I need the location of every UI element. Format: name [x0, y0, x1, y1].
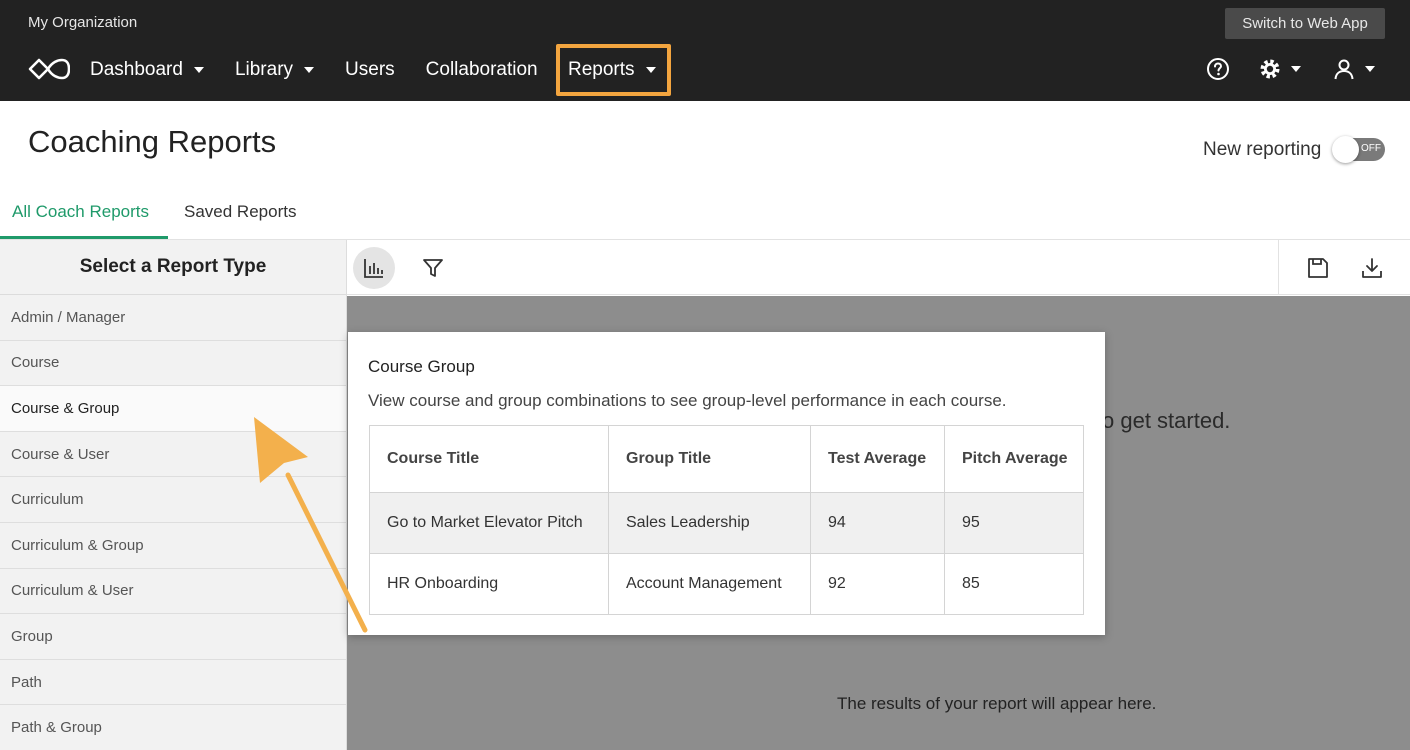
download-report-button[interactable]	[1351, 247, 1393, 289]
table-cell: Sales Leadership	[608, 492, 811, 554]
new-reporting-label: New reporting	[1203, 139, 1322, 160]
nav-dashboard[interactable]: Dashboard	[90, 59, 204, 81]
user-icon	[1334, 59, 1354, 80]
report-type-sidebar: Select a Report Type Admin / Manager Cou…	[0, 240, 347, 750]
settings-menu[interactable]	[1258, 57, 1301, 81]
save-icon	[1308, 258, 1328, 278]
nav-users[interactable]: Users	[345, 59, 395, 81]
get-started-text: o get started.	[1102, 408, 1231, 433]
chevron-down-icon	[304, 67, 315, 73]
table-cell: 92	[810, 553, 945, 615]
preview-table: Course Title Group Title Test Average Pi…	[369, 425, 1084, 615]
nav-reports-label: Reports	[568, 59, 635, 80]
column-header: Group Title	[608, 425, 811, 493]
column-header: Pitch Average	[944, 425, 1084, 493]
filter-button[interactable]	[412, 247, 454, 289]
sidebar-heading: Select a Report Type	[0, 240, 346, 295]
nav-collaboration-label: Collaboration	[425, 59, 538, 80]
sidebar-item-curriculum-user[interactable]: Curriculum & User	[0, 569, 346, 615]
new-reporting-toggle[interactable]: OFF	[1332, 136, 1385, 163]
popover-description: View course and group combinations to se…	[368, 391, 1007, 410]
table-cell: 85	[944, 553, 1084, 615]
chevron-down-icon	[645, 67, 656, 73]
toggle-knob	[1332, 136, 1359, 163]
table-header-row: Course Title Group Title Test Average Pi…	[369, 425, 1084, 493]
filter-icon	[423, 259, 443, 277]
report-type-preview-popover: Course Group View course and group combi…	[348, 332, 1105, 635]
tab-all-coach-reports[interactable]: All Coach Reports	[0, 202, 168, 239]
nav-dashboard-label: Dashboard	[90, 59, 183, 80]
nav-collaboration[interactable]: Collaboration	[426, 59, 538, 81]
user-menu[interactable]	[1332, 57, 1375, 81]
report-toolbar	[347, 240, 1410, 295]
popover-title: Course Group	[368, 357, 475, 376]
gear-icon	[1260, 59, 1280, 79]
results-placeholder-text: The results of your report will appear h…	[837, 694, 1157, 713]
report-tabs: All Coach Reports Saved Reports	[0, 190, 1410, 240]
column-header: Course Title	[369, 425, 609, 493]
sidebar-item-path-group[interactable]: Path & Group	[0, 705, 346, 750]
nav-users-label: Users	[345, 59, 395, 80]
nav-library[interactable]: Library	[234, 59, 315, 81]
page-title: Coaching Reports	[28, 124, 277, 159]
toolbar-divider	[1278, 240, 1279, 295]
main-nav: Dashboard Library Users Collaboration Re…	[90, 44, 671, 96]
toggle-state-text: OFF	[1361, 143, 1381, 154]
table-cell: Account Management	[608, 553, 811, 615]
bar-chart-icon	[364, 259, 383, 278]
top-navbar: My Organization Switch to Web App Dashbo…	[0, 0, 1410, 101]
chevron-down-icon	[1291, 66, 1301, 72]
sidebar-item-group[interactable]: Group	[0, 614, 346, 660]
sidebar-item-course-group[interactable]: Course & Group	[0, 386, 346, 432]
sidebar-item-curriculum[interactable]: Curriculum	[0, 477, 346, 523]
tab-saved-reports[interactable]: Saved Reports	[184, 202, 296, 222]
save-report-button[interactable]	[1297, 247, 1339, 289]
table-cell: 95	[944, 492, 1084, 554]
sidebar-item-curriculum-group[interactable]: Curriculum & Group	[0, 523, 346, 569]
sidebar-item-path[interactable]: Path	[0, 660, 346, 706]
column-header: Test Average	[810, 425, 945, 493]
table-row: HR Onboarding Account Management 92 85	[369, 553, 1084, 615]
sidebar-item-course-user[interactable]: Course & User	[0, 432, 346, 478]
table-cell: 94	[810, 492, 945, 554]
nav-reports[interactable]: Reports	[556, 44, 671, 96]
switch-to-web-app-button[interactable]: Switch to Web App	[1225, 8, 1385, 39]
download-icon	[1362, 258, 1382, 278]
chevron-down-icon	[1365, 66, 1375, 72]
chevron-down-icon	[193, 67, 204, 73]
sidebar-item-admin-manager[interactable]: Admin / Manager	[0, 295, 346, 341]
chart-view-button[interactable]	[353, 247, 395, 289]
organization-name: My Organization	[28, 14, 138, 31]
table-cell: Go to Market Elevator Pitch	[369, 492, 609, 554]
sidebar-item-course[interactable]: Course	[0, 341, 346, 387]
table-row: Go to Market Elevator Pitch Sales Leader…	[369, 492, 1084, 554]
help-button[interactable]	[1206, 57, 1230, 81]
table-cell: HR Onboarding	[369, 553, 609, 615]
nav-library-label: Library	[234, 59, 294, 80]
help-icon	[1207, 58, 1229, 80]
logo-icon[interactable]	[28, 58, 70, 80]
